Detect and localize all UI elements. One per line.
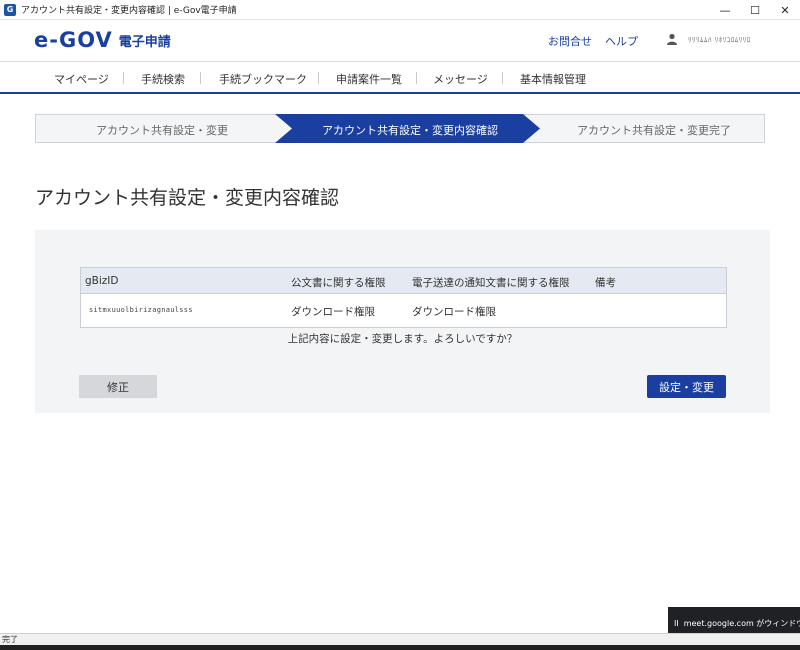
help-link[interactable]: ヘルプ [605, 33, 638, 49]
global-nav: マイページ 手続検索 手続ブックマーク 申請案件一覧 メッセージ 基本情報管理 [0, 61, 800, 94]
user-icon[interactable] [666, 33, 678, 45]
nav-item-basic-info[interactable]: 基本情報管理 [520, 71, 586, 87]
logo-egov-text: e-GOV [34, 28, 113, 52]
col-header-official-doc: 公文書に関する権限 [291, 277, 386, 289]
user-name[interactable]: ﾘﾘﾘﾑﾑﾊ ﾘﾎﾘｺﾛﾑﾘﾘﾛ [688, 35, 751, 45]
window-titlebar: G アカウント共有設定・変更内容確認 | e-Gov電子申請 — ☐ ✕ [0, 0, 800, 20]
submit-button[interactable]: 設定・変更 [647, 375, 726, 398]
page-title: アカウント共有設定・変更内容確認 [35, 187, 340, 209]
nav-item-messages[interactable]: メッセージ [433, 71, 488, 87]
col-header-remarks: 備考 [595, 277, 616, 289]
account-share-table: gBizID 公文書に関する権限 電子送達の通知文書に関する権限 備考 sitm… [80, 267, 727, 328]
window-title: アカウント共有設定・変更内容確認 | e-Gov電子申請 [21, 6, 237, 16]
nav-divider [123, 72, 124, 84]
col-header-gbizid: gBizID [85, 275, 119, 287]
cell-gbizid: sitmxuuolbirizagnaulsss [89, 306, 193, 314]
table-header-row: gBizID 公文書に関する権限 電子送達の通知文書に関する権限 備考 [81, 268, 726, 294]
step-3-label: アカウント共有設定・変更完了 [577, 124, 731, 137]
close-button[interactable]: ✕ [770, 0, 800, 20]
app-icon: G [4, 3, 16, 16]
nav-item-procedure-search[interactable]: 手続検索 [141, 71, 185, 87]
cell-official-doc: ダウンロード権限 [291, 306, 375, 318]
edit-button[interactable]: 修正 [79, 375, 157, 398]
nav-divider [416, 72, 417, 84]
site-header: e-GOV 電子申請 お問合せ ヘルプ ﾘﾘﾘﾑﾑﾊ ﾘﾎﾘｺﾛﾑﾘﾘﾛ [0, 20, 800, 61]
taskbar-strip [0, 645, 800, 650]
nav-item-applications[interactable]: 申請案件一覧 [336, 71, 402, 87]
cell-notice-doc: ダウンロード権限 [412, 306, 496, 318]
nav-divider [502, 72, 503, 84]
logo-sub-text: 電子申請 [118, 34, 171, 50]
step-indicator: アカウント共有設定・変更 アカウント共有設定・変更内容確認 アカウント共有設定・… [35, 114, 765, 143]
nav-divider [200, 72, 201, 84]
nav-divider [318, 72, 319, 84]
step-2-label: アカウント共有設定・変更内容確認 [322, 124, 498, 137]
confirmation-panel: gBizID 公文書に関する権限 電子送達の通知文書に関する権限 備考 sitm… [35, 230, 770, 413]
step-1-label: アカウント共有設定・変更 [96, 124, 228, 137]
pause-icon: II [674, 619, 679, 628]
contact-link[interactable]: お問合せ [548, 33, 592, 49]
egov-logo[interactable]: e-GOV 電子申請 [34, 28, 171, 52]
toast-text: meet.google.com がウィンドウを共有しています [683, 619, 800, 628]
col-header-notice-doc: 電子送達の通知文書に関する権限 [412, 277, 570, 289]
window-controls: — ☐ ✕ [710, 0, 800, 20]
nav-item-bookmark[interactable]: 手続ブックマーク [219, 71, 307, 87]
status-bar: 完了 [0, 633, 800, 645]
status-text: 完了 [2, 635, 18, 644]
nav-item-mypage[interactable]: マイページ [54, 71, 109, 87]
minimize-button[interactable]: — [710, 0, 740, 20]
confirm-message: 上記内容に設定・変更します。よろしいですか？ [287, 333, 518, 345]
maximize-button[interactable]: ☐ [740, 0, 770, 20]
